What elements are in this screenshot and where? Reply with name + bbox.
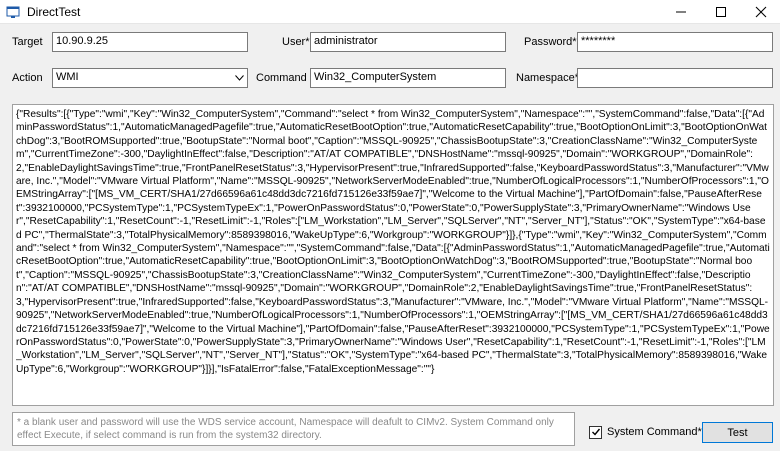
close-button[interactable] [742, 0, 780, 24]
system-command-checkbox[interactable]: System Command* [589, 424, 702, 440]
user-input[interactable]: administrator [310, 32, 506, 52]
target-input[interactable]: 10.90.9.25 [52, 32, 248, 52]
checkbox-box[interactable] [589, 425, 602, 439]
test-button[interactable]: Test [702, 422, 773, 443]
results-text: {"Results":[{"Type":"wmi","Key":"Win32_C… [16, 109, 770, 375]
minimize-button[interactable] [662, 0, 700, 24]
target-label: Target [12, 36, 43, 48]
results-output[interactable]: {"Results":[{"Type":"wmi","Key":"Win32_C… [12, 104, 774, 406]
minimize-icon [676, 11, 686, 13]
command-input[interactable]: Win32_ComputerSystem [310, 68, 506, 88]
system-command-label: System Command* [607, 426, 702, 438]
app-icon [6, 6, 20, 18]
window-title: DirectTest [27, 5, 81, 19]
user-label: User* [282, 36, 310, 48]
namespace-label: Namespace* [516, 72, 579, 84]
action-label: Action [12, 72, 43, 84]
command-label: Command [256, 72, 307, 84]
title-bar: DirectTest [0, 0, 780, 24]
namespace-input[interactable] [577, 68, 773, 88]
maximize-button[interactable] [702, 0, 740, 24]
close-icon [755, 6, 767, 18]
action-select-value: WMI [56, 71, 79, 83]
help-text: * a blank user and password will use the… [12, 412, 575, 446]
action-select[interactable]: WMI [52, 68, 248, 88]
password-label: Password* [524, 36, 577, 48]
password-input[interactable]: ******** [577, 32, 773, 52]
maximize-icon [716, 7, 726, 17]
checkmark-icon [591, 428, 600, 436]
chevron-down-icon [233, 71, 245, 85]
